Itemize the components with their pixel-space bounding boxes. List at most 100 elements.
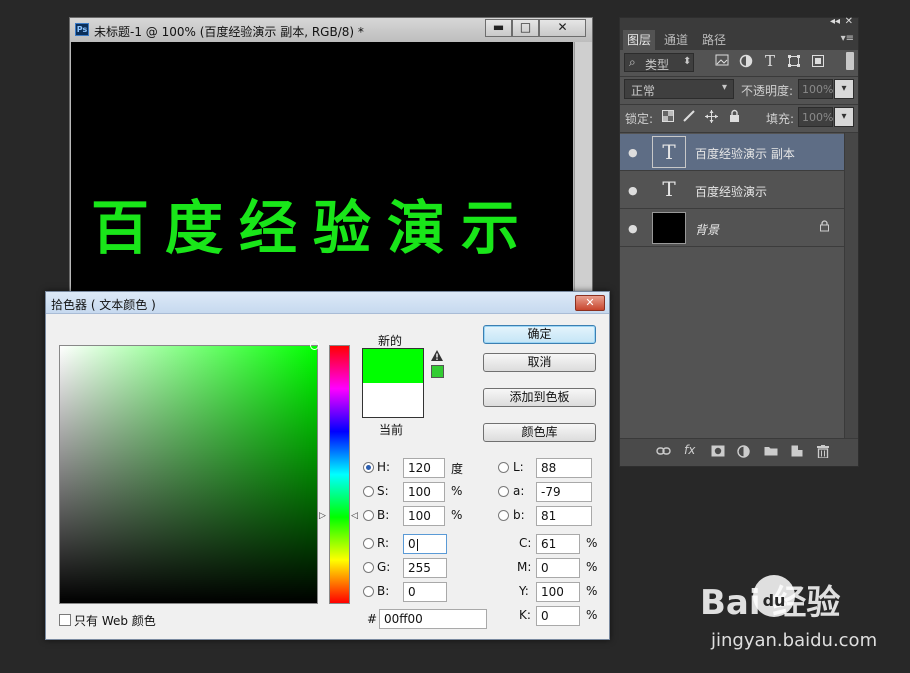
m-label: M: — [517, 560, 532, 574]
adjustment-layer-icon[interactable] — [737, 445, 750, 461]
web-safe-color-swatch[interactable] — [431, 365, 444, 378]
fx-icon[interactable]: fx — [684, 443, 695, 457]
blue-field[interactable]: 0 — [403, 582, 447, 602]
canvas[interactable]: 百度经验演示 — [71, 42, 573, 306]
yellow-field[interactable]: 100 — [536, 582, 580, 602]
red-field[interactable]: 0 — [403, 534, 447, 554]
h-radio[interactable] — [363, 462, 374, 473]
s-radio[interactable] — [363, 486, 374, 497]
magenta-field[interactable]: 0 — [536, 558, 580, 578]
saturation-brightness-field[interactable] — [59, 341, 319, 604]
hue-slider-left-arrow-icon[interactable]: ▷ — [319, 511, 326, 521]
minimize-button[interactable]: ▬ — [485, 19, 512, 37]
ok-button[interactable]: 确定 — [483, 325, 596, 344]
a-channel-field[interactable]: -79 — [536, 482, 592, 502]
g-radio[interactable] — [363, 562, 374, 573]
shape-icon[interactable] — [786, 54, 802, 70]
layer-name: 百度经验演示 副本 — [695, 147, 795, 161]
blend-mode-select[interactable]: 正常 ▾ — [624, 79, 734, 99]
eye-icon[interactable]: ● — [628, 184, 638, 197]
lab-b-radio[interactable] — [498, 510, 509, 521]
hue-field[interactable]: 120 — [403, 458, 445, 478]
black-field[interactable]: 0 — [536, 606, 580, 626]
filter-toggle-switch[interactable] — [846, 52, 854, 70]
collapse-panel-icon[interactable]: ◂◂ — [830, 16, 840, 27]
layer-row[interactable]: ● 背景 — [620, 210, 844, 247]
a-channel-value: -79 — [541, 485, 561, 499]
tab-paths[interactable]: 路径 — [698, 30, 730, 50]
green-field[interactable]: 255 — [403, 558, 447, 578]
document-titlebar[interactable]: Ps 未标题-1 @ 100% (百度经验演示 副本, RGB/8) * ▬ □… — [70, 18, 592, 42]
group-icon[interactable] — [764, 445, 778, 459]
document-title: 未标题-1 @ 100% (百度经验演示 副本, RGB/8) * — [94, 25, 364, 39]
new-color-swatch — [363, 349, 423, 383]
dialog-titlebar[interactable]: 拾色器 ( 文本颜色 ) ✕ — [46, 292, 609, 314]
b-radio[interactable] — [363, 510, 374, 521]
fill-dropdown-button[interactable]: ▾ — [834, 107, 854, 127]
opacity-field[interactable]: 100% — [798, 79, 833, 99]
color-field-marker[interactable] — [310, 341, 319, 350]
lock-all-icon[interactable] — [727, 109, 741, 123]
hue-slider[interactable] — [329, 345, 350, 604]
a-radio[interactable] — [498, 486, 509, 497]
close-panel-icon[interactable]: ✕ — [845, 16, 853, 27]
tab-layers[interactable]: 图层 — [623, 30, 656, 50]
yellow-value: 100 — [541, 585, 564, 599]
type-icon[interactable]: T — [762, 52, 778, 70]
lock-transparent-icon[interactable] — [661, 110, 675, 124]
brightness-value: 100 — [408, 509, 431, 523]
eye-icon[interactable]: ● — [628, 222, 638, 235]
smart-object-icon[interactable] — [810, 54, 826, 70]
color-libraries-button[interactable]: 颜色库 — [483, 423, 596, 442]
lock-pixels-icon[interactable] — [682, 110, 696, 124]
close-window-button[interactable]: ✕ — [539, 19, 586, 37]
brightness-field[interactable]: 100 — [403, 506, 445, 526]
cancel-button[interactable]: 取消 — [483, 353, 596, 372]
l-label: L: — [513, 460, 524, 474]
adjustment-icon[interactable] — [738, 54, 754, 70]
link-icon[interactable] — [656, 445, 671, 459]
out-of-gamut-warning-icon[interactable] — [431, 350, 443, 364]
hue-unit: 度 — [451, 462, 464, 476]
layer-filter-select[interactable]: ⌕ 类型 ⬍ — [624, 53, 694, 72]
close-dialog-button[interactable]: ✕ — [575, 295, 605, 311]
trash-icon[interactable] — [817, 445, 829, 461]
opacity-dropdown-button[interactable]: ▾ — [834, 79, 854, 99]
layers-panel-footer: fx — [620, 438, 858, 466]
document-scrollbar[interactable] — [574, 42, 592, 306]
current-color-label: 当前 — [379, 423, 404, 437]
hex-field[interactable]: 00ff00 — [379, 609, 487, 629]
lightness-field[interactable]: 88 — [536, 458, 592, 478]
l-radio[interactable] — [498, 462, 509, 473]
current-color-swatch[interactable] — [363, 383, 423, 417]
red-value: 0 — [408, 537, 416, 551]
watermark-url: jingyan.baidu.com — [711, 630, 878, 651]
mask-icon[interactable] — [711, 445, 725, 460]
baidu-paw-icon: du — [753, 575, 795, 617]
tab-channels[interactable]: 通道 — [660, 30, 692, 50]
layer-row[interactable]: ● T 百度经验演示 — [620, 172, 844, 209]
web-colors-only-checkbox[interactable] — [59, 614, 71, 626]
layer-row[interactable]: ● T 百度经验演示 副本 — [620, 134, 844, 171]
fill-field[interactable]: 100% — [798, 107, 833, 127]
hue-slider-right-arrow-icon[interactable]: ◁ — [351, 511, 358, 521]
layers-scrollbar[interactable] — [844, 133, 858, 438]
cyan-field[interactable]: 61 — [536, 534, 580, 554]
lock-position-icon[interactable] — [704, 110, 718, 124]
maximize-button[interactable]: □ — [512, 19, 539, 37]
green-value: 255 — [408, 561, 431, 575]
new-layer-icon[interactable] — [791, 445, 803, 460]
black-value: 0 — [541, 609, 549, 623]
opacity-value: 100% — [802, 83, 834, 96]
b-channel-field[interactable]: 81 — [536, 506, 592, 526]
image-icon[interactable] — [714, 54, 730, 70]
blue-radio[interactable] — [363, 586, 374, 597]
saturation-field[interactable]: 100 — [403, 482, 445, 502]
eye-icon[interactable]: ● — [628, 146, 638, 159]
panel-menu-icon[interactable]: ▾≡ — [841, 33, 854, 44]
r-radio[interactable] — [363, 538, 374, 549]
document-window: Ps 未标题-1 @ 100% (百度经验演示 副本, RGB/8) * ▬ □… — [69, 17, 593, 307]
lock-icon — [819, 220, 830, 235]
a-label: a: — [513, 484, 525, 498]
add-to-swatches-button[interactable]: 添加到色板 — [483, 388, 596, 407]
